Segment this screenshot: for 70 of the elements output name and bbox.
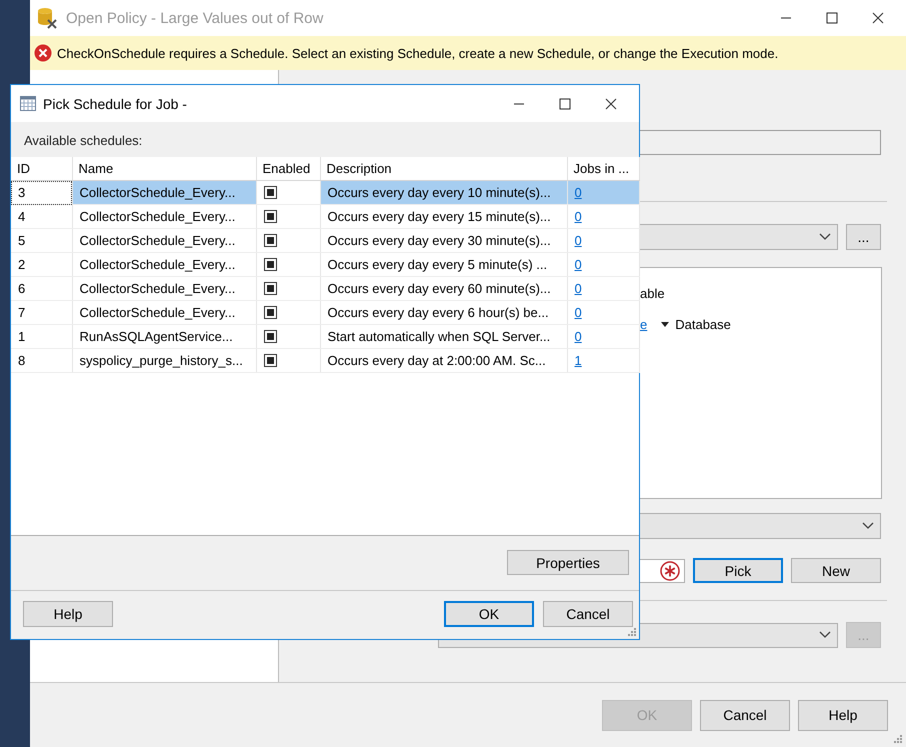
jobs-count-link[interactable]: 0: [574, 233, 582, 248]
dropdown-caret-icon[interactable]: [661, 322, 670, 327]
id-cell: 2: [11, 252, 72, 276]
cancel-button[interactable]: Cancel: [700, 700, 790, 730]
description-cell: Occurs every day every 6 hour(s) be...: [320, 300, 567, 324]
calendar-icon: [20, 96, 36, 111]
window-title: Open Policy - Large Values out of Row: [66, 10, 324, 26]
name-cell[interactable]: CollectorSchedule_Every...: [72, 300, 256, 324]
help-button[interactable]: Help: [23, 601, 113, 627]
id-cell: 5: [11, 228, 72, 252]
ok-button[interactable]: OK: [444, 601, 534, 627]
list-label: Available schedules:: [24, 133, 142, 148]
checkbox[interactable]: [264, 258, 276, 271]
jobs-count-link[interactable]: 0: [574, 281, 582, 296]
name-cell[interactable]: CollectorSchedule_Every...: [72, 204, 256, 228]
checkbox[interactable]: [264, 330, 276, 343]
checkbox[interactable]: [264, 210, 276, 223]
id-cell: 8: [11, 348, 72, 372]
help-button[interactable]: Help: [798, 700, 888, 730]
cancel-button[interactable]: Cancel: [543, 601, 633, 627]
jobs-count-link[interactable]: 0: [574, 329, 582, 344]
description-cell: Occurs every day every 10 minute(s)...: [320, 180, 567, 204]
maximize-icon[interactable]: [559, 98, 571, 110]
jobs-count-link[interactable]: 0: [574, 305, 582, 320]
chevron-icon: [819, 233, 831, 241]
jobs-count-link[interactable]: 0: [574, 209, 582, 224]
dialog-title: Pick Schedule for Job -: [43, 96, 188, 112]
description-cell: Occurs every day at 2:00:00 AM. Sc...: [320, 348, 567, 372]
id-cell: 4: [11, 204, 72, 228]
close-icon[interactable]: [605, 98, 617, 110]
column-header[interactable]: ID: [11, 157, 72, 180]
name-cell[interactable]: syspolicy_purge_history_s...: [72, 348, 256, 372]
close-icon[interactable]: [872, 12, 884, 24]
description-cell: Occurs every day every 15 minute(s)...: [320, 204, 567, 228]
checkbox[interactable]: [264, 354, 276, 367]
checkbox[interactable]: [264, 306, 276, 319]
target-text: Database: [675, 317, 731, 332]
chevron-icon: [819, 631, 831, 639]
pick-button[interactable]: Pick: [693, 558, 783, 583]
error-message: CheckOnSchedule requires a Schedule. Select an existing Schedule, create a new Schedule, or change the Execution mode.: [57, 46, 778, 60]
error-icon: [34, 44, 52, 62]
name-cell[interactable]: CollectorSchedule_Every...: [72, 228, 256, 252]
condition-link[interactable]: e: [640, 317, 648, 332]
checkbox[interactable]: [264, 282, 276, 295]
browse-button[interactable]: ...: [846, 224, 881, 250]
checkbox[interactable]: [264, 234, 276, 247]
new-button[interactable]: New: [791, 558, 881, 583]
chevron-icon: [862, 522, 874, 530]
name-cell[interactable]: RunAsSQLAgentService...: [72, 324, 256, 348]
name-cell[interactable]: CollectorSchedule_Every...: [72, 180, 256, 204]
column-header[interactable]: Enabled: [256, 157, 320, 180]
condition-text: able: [640, 286, 665, 301]
maximize-icon[interactable]: [826, 12, 838, 24]
id-cell: 7: [11, 300, 72, 324]
description-cell: Occurs every day every 60 minute(s)...: [320, 276, 567, 300]
resize-grip-icon[interactable]: [893, 734, 903, 744]
database-policy-icon: [36, 7, 58, 29]
id-cell: 1: [11, 324, 72, 348]
properties-button[interactable]: Properties: [507, 550, 629, 575]
description-cell: Occurs every day every 30 minute(s)...: [320, 228, 567, 252]
name-cell[interactable]: CollectorSchedule_Every...: [72, 252, 256, 276]
resize-grip-icon[interactable]: [627, 627, 637, 637]
description-cell: Occurs every day every 5 minute(s) ...: [320, 252, 567, 276]
id-cell: 3: [11, 180, 72, 204]
name-cell[interactable]: CollectorSchedule_Every...: [72, 276, 256, 300]
id-cell: 6: [11, 276, 72, 300]
jobs-count-link[interactable]: 0: [574, 257, 582, 272]
description-cell: Start automatically when SQL Server...: [320, 324, 567, 348]
jobs-count-link[interactable]: 1: [574, 353, 582, 368]
checkbox[interactable]: [264, 186, 276, 199]
